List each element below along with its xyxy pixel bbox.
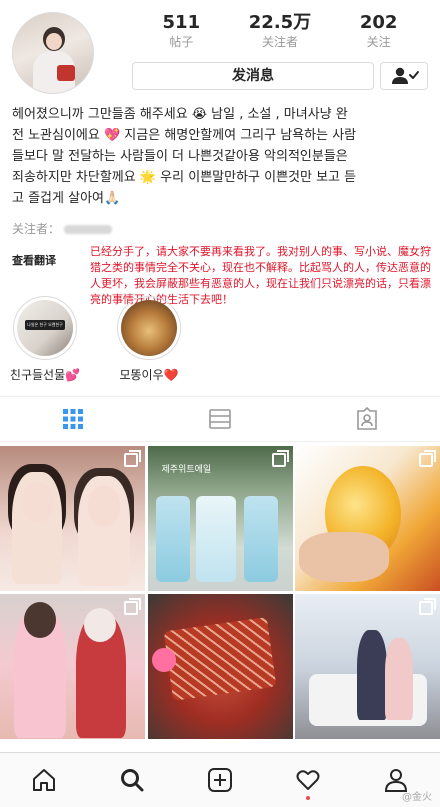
list-icon — [209, 409, 231, 429]
search-icon — [121, 769, 144, 792]
bio-line: 전 노관심이에요 💖 지금은 해명안할께여 그리구 남욕하는 사람 — [12, 128, 357, 143]
stat-following-value: 202 — [359, 12, 398, 33]
story-highlight-1[interactable]: 나일은 친구 오랜친구 친구들선물💕 — [8, 296, 82, 383]
stat-following-label: 关注 — [366, 35, 391, 49]
stat-followers-label: 关注者 — [261, 35, 298, 49]
send-message-button[interactable]: 发消息 — [132, 62, 374, 90]
weibo-watermark: @金火 — [402, 792, 432, 803]
profile-bio: 헤어졌으니까 그만들좀 해주세요 😭 남일 , 소설 , 마녀사냥 완 전 노관… — [12, 104, 430, 209]
highlight-cover-image — [121, 300, 177, 356]
posts-grid: 제주위트에일 — [0, 446, 440, 739]
grid-icon — [63, 409, 84, 429]
tab-list[interactable] — [147, 397, 294, 441]
stat-following[interactable]: 202 关注 — [334, 12, 424, 50]
carousel-icon — [124, 597, 141, 615]
carousel-icon — [124, 450, 141, 467]
profile-avatar[interactable] — [12, 12, 94, 94]
bio-line: 죄송하지만 차단할께요 🌟 우리 이쁜말만하구 이쁜것만 보고 듣 — [12, 170, 357, 185]
stat-followers-value: 22.5万 — [248, 12, 312, 33]
carousel-icon — [271, 450, 289, 467]
highlight-cover-label: 나일은 친구 오랜친구 — [25, 320, 65, 330]
carousel-icon — [419, 597, 436, 615]
bottom-navigation — [0, 752, 440, 807]
post-thumbnail[interactable] — [0, 593, 145, 739]
follow-button[interactable] — [380, 62, 428, 90]
person-check-icon — [392, 67, 419, 84]
stat-followers[interactable]: 22.5万 关注者 — [235, 12, 325, 50]
tagged-icon — [356, 407, 377, 430]
profile-tabs — [0, 396, 440, 442]
activity-heart-icon — [296, 770, 320, 790]
nav-activity[interactable] — [278, 758, 338, 802]
tab-tagged[interactable] — [293, 397, 440, 441]
carousel-icon — [419, 450, 436, 467]
stat-posts[interactable]: 511 帖子 — [136, 12, 226, 50]
post-thumbnail[interactable]: 제주위트에일 — [147, 446, 293, 591]
post-thumbnail[interactable] — [147, 593, 293, 739]
bio-line: 고 즐겁게 살아여🙏🏻 — [12, 191, 121, 206]
stat-posts-label: 帖子 — [169, 35, 194, 49]
post-thumbnail[interactable] — [295, 593, 440, 739]
bio-line: 헤어졌으니까 그만들좀 해주세요 😭 남일 , 소설 , 마녀사냥 완 — [12, 107, 348, 122]
bio-line: 들보다 말 전달하는 사람들이 더 나쁜것같아용 악의적인분들은 — [12, 149, 348, 164]
see-translation-link[interactable]: 查看翻译 — [12, 252, 56, 268]
home-icon — [33, 769, 55, 791]
blurred-usernames — [64, 225, 113, 234]
followed-by[interactable]: 关注者： — [12, 220, 113, 237]
notification-dot — [306, 796, 310, 800]
nav-home[interactable] — [14, 758, 74, 802]
highlight-label: 모똥이우❤️ — [119, 368, 179, 382]
highlight-label: 친구들선물💕 — [9, 368, 81, 382]
followed-by-label: 关注者： — [12, 222, 61, 236]
post-thumbnail[interactable] — [295, 446, 440, 591]
profile-stats: 511 帖子 22.5万 关注者 202 关注 — [132, 12, 428, 50]
nav-search[interactable] — [102, 758, 162, 802]
story-highlight-2[interactable]: 모똥이우❤️ — [112, 296, 186, 383]
post-sign-text: 제주위트에일 — [161, 465, 212, 475]
post-thumbnail[interactable] — [0, 446, 145, 591]
new-post-icon — [208, 768, 232, 792]
highlight-cover-image: 나일은 친구 오랜친구 — [17, 300, 73, 356]
tab-grid[interactable] — [0, 397, 147, 441]
nav-new-post[interactable] — [190, 758, 250, 802]
stat-posts-value: 511 — [162, 12, 201, 33]
